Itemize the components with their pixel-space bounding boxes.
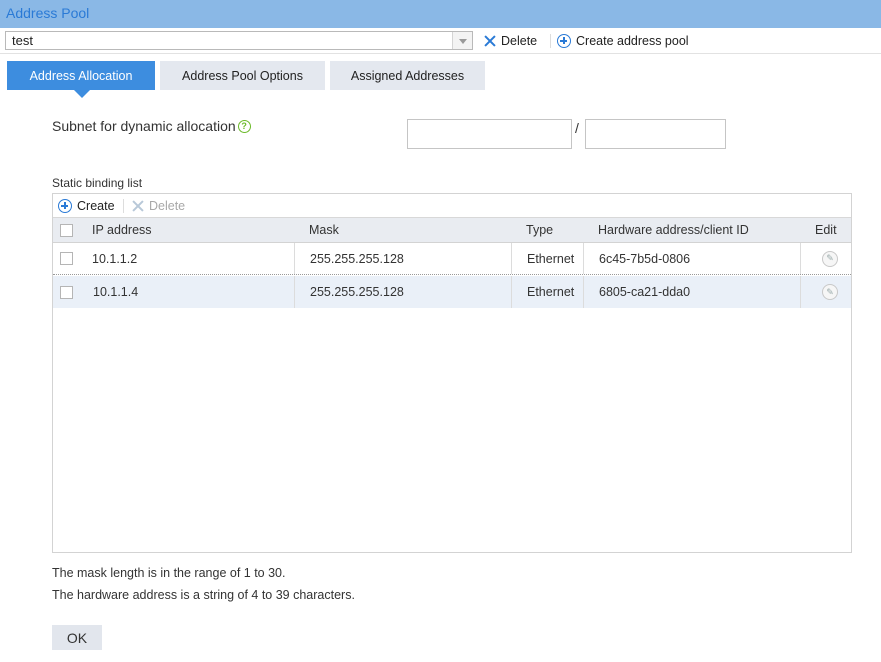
toolbar-divider <box>550 34 551 48</box>
grid-toolbar-divider <box>123 199 124 213</box>
tab-assigned-addresses[interactable]: Assigned Addresses <box>330 61 485 90</box>
pool-select[interactable]: test <box>5 31 473 50</box>
create-pool-label: Create address pool <box>576 34 689 48</box>
cell-ip: 10.1.1.2 <box>92 251 138 266</box>
toolbar: test Delete Create address pool <box>0 28 881 54</box>
column-divider <box>583 276 584 308</box>
title-bar: Address Pool <box>0 0 881 28</box>
row-select-cell <box>60 276 73 308</box>
delete-binding-button[interactable]: Delete <box>132 198 185 214</box>
create-binding-button[interactable]: Create <box>58 198 115 214</box>
edit-cell: ✎ <box>822 243 838 274</box>
close-icon <box>484 35 496 47</box>
pool-select-value: test <box>12 33 33 48</box>
static-binding-grid: Create Delete IP address Mask Type Hardw… <box>52 193 852 553</box>
col-type[interactable]: Type <box>526 218 553 242</box>
subnet-label: Subnet for dynamic allocation ? <box>52 118 251 134</box>
edit-pencil-icon[interactable]: ✎ <box>822 250 838 267</box>
tab-address-pool-options[interactable]: Address Pool Options <box>160 61 325 90</box>
cell-hardware-address: 6c45-7b5d-0806 <box>599 251 691 266</box>
chevron-down-icon[interactable] <box>452 32 472 49</box>
row-checkbox[interactable] <box>60 285 73 299</box>
grid-header: IP address Mask Type Hardware address/cl… <box>53 217 851 243</box>
col-mask[interactable]: Mask <box>309 218 339 242</box>
col-edit: Edit <box>815 223 837 237</box>
create-binding-label: Create <box>77 199 115 213</box>
subnet-mask-input[interactable] <box>585 119 726 149</box>
edit-pencil-icon[interactable]: ✎ <box>822 284 838 300</box>
subnet-label-text: Subnet for dynamic allocation <box>52 118 236 134</box>
add-circle-icon <box>58 199 72 213</box>
column-divider <box>800 276 801 308</box>
cell-hardware-address: 6805-ca21-dda0 <box>599 285 691 299</box>
delete-pool-label: Delete <box>501 34 538 48</box>
column-divider <box>511 276 512 308</box>
hardware-address-note: The hardware address is a string of 4 to… <box>52 588 355 602</box>
cell-ip: 10.1.1.4 <box>93 285 139 299</box>
window-title: Address Pool <box>6 5 90 21</box>
row-checkbox[interactable] <box>60 252 73 265</box>
static-binding-list-label: Static binding list <box>52 176 143 190</box>
row-select-cell <box>60 243 73 274</box>
table-row[interactable]: 10.1.1.2 255.255.255.128 Ethernet 6c45-7… <box>53 243 851 275</box>
grid-toolbar: Create Delete <box>53 194 851 217</box>
column-divider <box>800 243 801 274</box>
delete-binding-label: Delete <box>149 199 186 213</box>
add-circle-icon <box>557 34 571 48</box>
column-divider <box>511 243 512 274</box>
edit-cell: ✎ <box>822 276 838 308</box>
create-pool-button[interactable]: Create address pool <box>557 33 689 49</box>
close-icon <box>132 200 144 212</box>
cell-mask: 255.255.255.128 <box>310 251 404 266</box>
col-hardware-address[interactable]: Hardware address/client ID <box>598 218 749 242</box>
mask-length-note: The mask length is in the range of 1 to … <box>52 566 286 580</box>
select-all-cell <box>60 218 73 242</box>
delete-pool-button[interactable]: Delete <box>484 33 537 49</box>
cell-type: Ethernet <box>527 285 575 299</box>
subnet-separator: / <box>575 120 579 136</box>
table-row[interactable]: 10.1.1.4 255.255.255.128 Ethernet 6805-c… <box>53 276 851 308</box>
column-divider <box>294 276 295 308</box>
help-icon[interactable]: ? <box>237 119 251 133</box>
tab-address-allocation[interactable]: Address Allocation <box>7 61 155 98</box>
col-ip-address[interactable]: IP address <box>92 218 152 242</box>
cell-mask: 255.255.255.128 <box>310 285 404 299</box>
subnet-ip-input[interactable] <box>407 119 572 149</box>
cell-type: Ethernet <box>527 251 575 266</box>
column-divider <box>294 243 295 274</box>
select-all-checkbox[interactable] <box>60 223 73 237</box>
ok-button[interactable]: OK <box>52 625 102 650</box>
column-divider <box>583 243 584 274</box>
